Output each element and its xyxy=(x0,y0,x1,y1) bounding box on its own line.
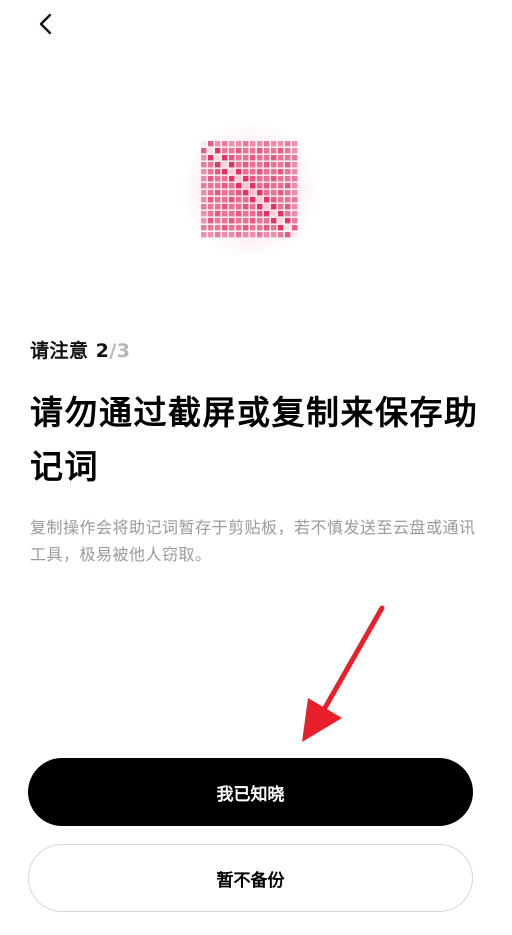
step-total: /3 xyxy=(109,340,131,362)
skip-backup-button[interactable]: 暂不备份 xyxy=(28,844,473,912)
acknowledge-button[interactable]: 我已知晓 xyxy=(28,758,473,826)
red-arrow-annotation xyxy=(302,605,385,742)
skip-backup-button-label: 暂不备份 xyxy=(216,870,285,891)
warning-description: 复制操作会将助记词暂存于剪贴板，若不慎发送至云盘或通讯工具，极易被他人窃取。 xyxy=(30,518,476,564)
step-indicator: 请注意 2/3 xyxy=(30,336,131,363)
chevron-left-icon xyxy=(39,13,52,35)
acknowledge-button-label: 我已知晓 xyxy=(216,784,285,805)
no-copy-grid-icon xyxy=(201,141,298,238)
illustration xyxy=(180,120,320,260)
page-title: 请勿通过截屏或复制来保存助记词 xyxy=(30,393,479,486)
step-current: 请注意 2 xyxy=(30,340,110,362)
back-button[interactable] xyxy=(28,6,64,42)
